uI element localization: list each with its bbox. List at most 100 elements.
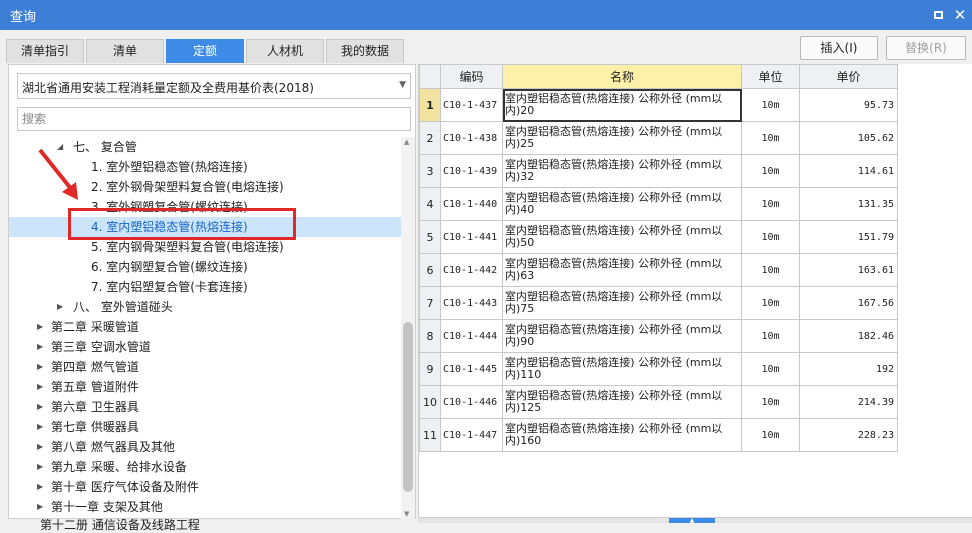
name-cell[interactable]: 室内塑铝稳态管(热熔连接) 公称外径 (mm以内)160 (502, 418, 742, 452)
name-cell[interactable]: 室内塑铝稳态管(热熔连接) 公称外径 (mm以内)90 (502, 319, 742, 353)
table-row[interactable]: 1 C10-1-437 室内塑铝稳态管(热熔连接) 公称外径 (mm以内)20 10m… (419, 88, 898, 122)
expand-icon[interactable]: ▶ (37, 497, 43, 517)
code-cell[interactable]: C10-1-443 (440, 286, 503, 320)
tree-item[interactable]: ▶ 第十章 医疗气体设备及附件 (9, 477, 401, 497)
splitter-grip-icon[interactable]: ▲ (669, 518, 715, 524)
name-cell[interactable]: 室内塑铝稳态管(热熔连接) 公称外径 (mm以内)25 (502, 121, 742, 155)
expand-icon[interactable]: ▶ (37, 397, 43, 417)
library-select[interactable]: 湖北省通用安装工程消耗量定额及全费用基价表(2018) ▼ (17, 73, 411, 99)
header-price[interactable]: 单价 (799, 64, 898, 89)
name-cell[interactable]: 室内塑铝稳态管(热熔连接) 公称外径 (mm以内)50 (502, 220, 742, 254)
scroll-up-icon[interactable]: ▲ (404, 138, 409, 146)
expand-icon[interactable]: ▶ (37, 337, 43, 357)
maximize-icon[interactable] (928, 5, 948, 25)
code-cell[interactable]: C10-1-445 (440, 352, 503, 386)
unit-cell[interactable]: 10m (741, 253, 800, 287)
header-unit[interactable]: 单位 (741, 64, 800, 89)
unit-cell[interactable]: 10m (741, 220, 800, 254)
name-cell[interactable]: 室内塑铝稳态管(热熔连接) 公称外径 (mm以内)32 (502, 154, 742, 188)
header-name[interactable]: 名称 (502, 64, 742, 89)
row-number[interactable]: 11 (419, 418, 441, 452)
price-cell[interactable]: 228.23 (799, 418, 898, 452)
insert-button[interactable]: 插入(I) (800, 36, 878, 60)
expand-icon[interactable]: ▶ (37, 377, 43, 397)
table-row[interactable]: 6 C10-1-442 室内塑铝稳态管(热熔连接) 公称外径 (mm以内)63 10m… (419, 253, 898, 287)
price-cell[interactable]: 95.73 (799, 88, 898, 122)
code-cell[interactable]: C10-1-437 (440, 88, 503, 122)
search-input[interactable] (17, 107, 411, 131)
unit-cell[interactable]: 10m (741, 352, 800, 386)
price-cell[interactable]: 214.39 (799, 385, 898, 419)
table-row[interactable]: 3 C10-1-439 室内塑铝稳态管(热熔连接) 公称外径 (mm以内)32 10m… (419, 154, 898, 188)
unit-cell[interactable]: 10m (741, 385, 800, 419)
tab-my-data[interactable]: 我的数据 (326, 39, 404, 63)
tab-labor-material[interactable]: 人材机 (246, 39, 324, 63)
table-row[interactable]: 9 C10-1-445 室内塑铝稳态管(热熔连接) 公称外径 (mm以内)110 10… (419, 352, 898, 386)
code-cell[interactable]: C10-1-444 (440, 319, 503, 353)
row-number[interactable]: 5 (419, 220, 441, 254)
name-cell[interactable]: 室内塑铝稳态管(热熔连接) 公称外径 (mm以内)110 (502, 352, 742, 386)
expand-icon[interactable]: ▶ (37, 357, 43, 377)
price-cell[interactable]: 131.35 (799, 187, 898, 221)
table-row[interactable]: 11 C10-1-447 室内塑铝稳态管(热熔连接) 公称外径 (mm以内)160 1… (419, 418, 898, 452)
name-cell[interactable]: 室内塑铝稳态管(热熔连接) 公称外径 (mm以内)63 (502, 253, 742, 287)
price-cell[interactable]: 163.61 (799, 253, 898, 287)
code-cell[interactable]: C10-1-441 (440, 220, 503, 254)
price-cell[interactable]: 182.46 (799, 319, 898, 353)
code-cell[interactable]: C10-1-447 (440, 418, 503, 452)
price-cell[interactable]: 151.79 (799, 220, 898, 254)
row-number[interactable]: 1 (419, 88, 441, 122)
name-cell[interactable]: 室内塑铝稳态管(热熔连接) 公称外径 (mm以内)40 (502, 187, 742, 221)
scrollbar-thumb[interactable] (403, 322, 413, 492)
scroll-down-icon[interactable]: ▼ (404, 510, 409, 518)
expand-icon[interactable]: ▶ (37, 437, 43, 457)
tab-bill-guide[interactable]: 清单指引 (6, 39, 84, 63)
unit-cell[interactable]: 10m (741, 121, 800, 155)
row-number[interactable]: 9 (419, 352, 441, 386)
unit-cell[interactable]: 10m (741, 154, 800, 188)
tree-item[interactable]: ▶ 第九章 采暖、给排水设备 (9, 457, 401, 477)
table-row[interactable]: 4 C10-1-440 室内塑铝稳态管(热熔连接) 公称外径 (mm以内)40 10m… (419, 187, 898, 221)
unit-cell[interactable]: 10m (741, 286, 800, 320)
tree-item[interactable]: ▶ 第二章 采暖管道 (9, 317, 401, 337)
table-row[interactable]: 8 C10-1-444 室内塑铝稳态管(热熔连接) 公称外径 (mm以内)90 10m… (419, 319, 898, 353)
header-code[interactable]: 编码 (440, 64, 503, 89)
expand-icon[interactable]: ▶ (37, 317, 43, 337)
code-cell[interactable]: C10-1-439 (440, 154, 503, 188)
code-cell[interactable]: C10-1-438 (440, 121, 503, 155)
row-number[interactable]: 10 (419, 385, 441, 419)
table-row[interactable]: 2 C10-1-438 室内塑铝稳态管(热熔连接) 公称外径 (mm以内)25 10m… (419, 121, 898, 155)
tree-item[interactable]: ▶ 第五章 管道附件 (9, 377, 401, 397)
tree-item[interactable]: ▶ 第七章 供暖器具 (9, 417, 401, 437)
price-cell[interactable]: 114.61 (799, 154, 898, 188)
unit-cell[interactable]: 10m (741, 187, 800, 221)
name-cell[interactable]: 室内塑铝稳态管(热熔连接) 公称外径 (mm以内)75 (502, 286, 742, 320)
price-cell[interactable]: 192 (799, 352, 898, 386)
code-cell[interactable]: C10-1-446 (440, 385, 503, 419)
panel-splitter[interactable]: ▲ (418, 517, 972, 524)
tab-quota[interactable]: 定额 (166, 39, 244, 63)
expand-icon[interactable]: ▶ (37, 477, 43, 497)
row-number[interactable]: 3 (419, 154, 441, 188)
price-cell[interactable]: 105.62 (799, 121, 898, 155)
name-cell[interactable]: 室内塑铝稳态管(热熔连接) 公称外径 (mm以内)125 (502, 385, 742, 419)
close-icon[interactable]: ✕ (950, 5, 970, 25)
row-number[interactable]: 6 (419, 253, 441, 287)
unit-cell[interactable]: 10m (741, 88, 800, 122)
row-number[interactable]: 4 (419, 187, 441, 221)
name-cell[interactable]: 室内塑铝稳态管(热熔连接) 公称外径 (mm以内)20 (502, 88, 742, 122)
expand-icon[interactable]: ▶ (37, 457, 43, 477)
row-number[interactable]: 7 (419, 286, 441, 320)
tree-scrollbar[interactable]: ▲ ▼ (401, 137, 415, 519)
chevron-down-icon[interactable]: ▼ (399, 80, 406, 90)
tree-item[interactable]: ▶ 八、 室外管道碰头 (9, 297, 401, 317)
code-cell[interactable]: C10-1-442 (440, 253, 503, 287)
unit-cell[interactable]: 10m (741, 319, 800, 353)
tree-item[interactable]: 7. 室内铝塑复合管(卡套连接) (9, 277, 401, 297)
price-cell[interactable]: 167.56 (799, 286, 898, 320)
table-row[interactable]: 5 C10-1-441 室内塑铝稳态管(热熔连接) 公称外径 (mm以内)50 10m… (419, 220, 898, 254)
tree-item[interactable]: ▶ 第三章 空调水管道 (9, 337, 401, 357)
unit-cell[interactable]: 10m (741, 418, 800, 452)
row-number[interactable]: 8 (419, 319, 441, 353)
tree-item[interactable]: ▶ 第八章 燃气器具及其他 (9, 437, 401, 457)
